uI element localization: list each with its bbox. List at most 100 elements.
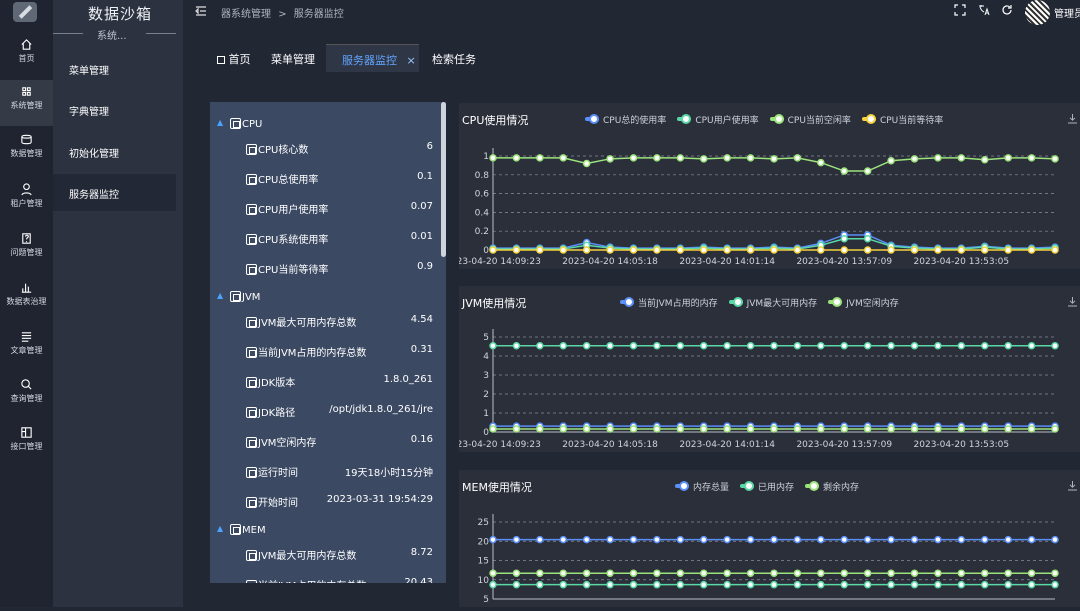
data-point[interactable]: [700, 246, 708, 254]
data-point[interactable]: [559, 341, 567, 350]
tree-item[interactable]: 运行时间 19天18小时15分钟: [210, 464, 440, 484]
data-point[interactable]: [887, 535, 895, 544]
legend-item[interactable]: 已用内存: [740, 480, 794, 493]
data-point[interactable]: [512, 154, 521, 162]
tree-item[interactable]: CPU用户使用率 0.07: [210, 201, 440, 221]
data-point[interactable]: [910, 155, 919, 163]
legend-item[interactable]: CPU总的使用率: [585, 113, 666, 126]
legend-item[interactable]: JVM最大可用内存: [728, 296, 817, 309]
tree-expand-icon[interactable]: ▲: [217, 524, 223, 533]
data-point[interactable]: [887, 156, 895, 165]
data-point[interactable]: [840, 246, 848, 254]
data-point[interactable]: [1027, 246, 1036, 254]
data-point[interactable]: [582, 159, 591, 168]
data-point[interactable]: [653, 154, 661, 162]
refresh-icon[interactable]: [1001, 4, 1013, 16]
data-point[interactable]: [981, 580, 989, 589]
tree-item[interactable]: JVM最大可用内存总数 4.54: [210, 314, 440, 334]
data-point[interactable]: [629, 580, 638, 589]
data-point[interactable]: [606, 425, 614, 433]
data-point[interactable]: [840, 580, 848, 589]
data-point[interactable]: [1004, 425, 1012, 433]
avatar[interactable]: [1025, 0, 1050, 25]
data-point[interactable]: [863, 234, 872, 243]
data-point[interactable]: [910, 569, 919, 577]
data-point[interactable]: [957, 341, 966, 350]
data-point[interactable]: [536, 569, 544, 577]
tab-home[interactable]: 首页: [210, 44, 260, 72]
data-point[interactable]: [1051, 535, 1059, 544]
rail-item-7[interactable]: 文章管理: [0, 330, 53, 376]
data-point[interactable]: [512, 580, 521, 589]
data-point[interactable]: [817, 569, 825, 577]
data-point[interactable]: [934, 535, 942, 544]
data-point[interactable]: [840, 167, 848, 175]
data-point[interactable]: [981, 341, 989, 350]
data-point[interactable]: [746, 246, 755, 254]
tree-group[interactable]: ▲ CPU: [210, 118, 440, 138]
data-point[interactable]: [606, 535, 614, 544]
data-point[interactable]: [629, 425, 638, 433]
data-point[interactable]: [817, 341, 825, 350]
data-point[interactable]: [1027, 154, 1036, 162]
data-point[interactable]: [793, 425, 802, 433]
data-point[interactable]: [817, 158, 825, 167]
data-point[interactable]: [770, 569, 778, 577]
data-point[interactable]: [1004, 569, 1012, 577]
data-point[interactable]: [981, 156, 989, 164]
data-point[interactable]: [863, 425, 872, 433]
data-point[interactable]: [653, 580, 661, 589]
data-point[interactable]: [582, 341, 591, 350]
tab-server-monitor[interactable]: 服务器监控 ×: [326, 44, 419, 72]
data-point[interactable]: [512, 246, 521, 254]
data-point[interactable]: [1004, 535, 1012, 544]
legend-item[interactable]: CPU当前等待率: [861, 113, 943, 126]
tree-group[interactable]: ▲ JVM: [210, 291, 440, 311]
data-point[interactable]: [559, 535, 567, 544]
data-point[interactable]: [957, 535, 966, 544]
data-point[interactable]: [934, 341, 942, 350]
data-point[interactable]: [746, 535, 755, 544]
admin-name[interactable]: 管理员: [1054, 5, 1080, 20]
tree-item[interactable]: JVM空闲内存 0.16: [210, 434, 440, 454]
data-point[interactable]: [723, 341, 731, 350]
data-point[interactable]: [957, 246, 966, 254]
download-icon[interactable]: [1067, 113, 1078, 124]
data-point[interactable]: [957, 425, 966, 433]
data-point[interactable]: [489, 154, 497, 162]
data-point[interactable]: [910, 341, 919, 350]
data-point[interactable]: [1051, 341, 1059, 350]
data-point[interactable]: [910, 535, 919, 544]
data-point[interactable]: [840, 569, 848, 577]
data-point[interactable]: [559, 246, 567, 254]
data-point[interactable]: [1004, 580, 1012, 589]
download-icon[interactable]: [1067, 296, 1078, 307]
data-point[interactable]: [910, 580, 919, 589]
data-point[interactable]: [770, 246, 778, 254]
data-point[interactable]: [676, 246, 685, 254]
data-point[interactable]: [863, 167, 872, 175]
tree-item[interactable]: JDK版本 1.8.0_261: [210, 374, 440, 394]
breadcrumb-system[interactable]: 器系统管理: [221, 9, 271, 20]
data-point[interactable]: [910, 246, 919, 254]
data-point[interactable]: [817, 580, 825, 589]
data-point[interactable]: [981, 535, 989, 544]
rail-item-9[interactable]: 接口管理: [0, 426, 53, 472]
data-point[interactable]: [700, 569, 708, 577]
data-point[interactable]: [1051, 425, 1059, 433]
tree-item[interactable]: CPU系统使用率 0.01: [210, 231, 440, 251]
legend-item[interactable]: 剩余内存: [805, 480, 859, 493]
data-point[interactable]: [1004, 341, 1012, 350]
data-point[interactable]: [582, 246, 591, 254]
tab-search-task[interactable]: 检索任务: [432, 44, 487, 72]
data-point[interactable]: [793, 569, 802, 577]
data-point[interactable]: [723, 154, 731, 162]
data-point[interactable]: [863, 535, 872, 544]
data-point[interactable]: [536, 535, 544, 544]
data-point[interactable]: [629, 535, 638, 544]
rail-item-5[interactable]: 问题管理: [0, 232, 53, 278]
data-point[interactable]: [559, 425, 567, 433]
data-point[interactable]: [536, 246, 544, 254]
data-point[interactable]: [817, 246, 825, 254]
download-icon[interactable]: [1067, 480, 1078, 491]
